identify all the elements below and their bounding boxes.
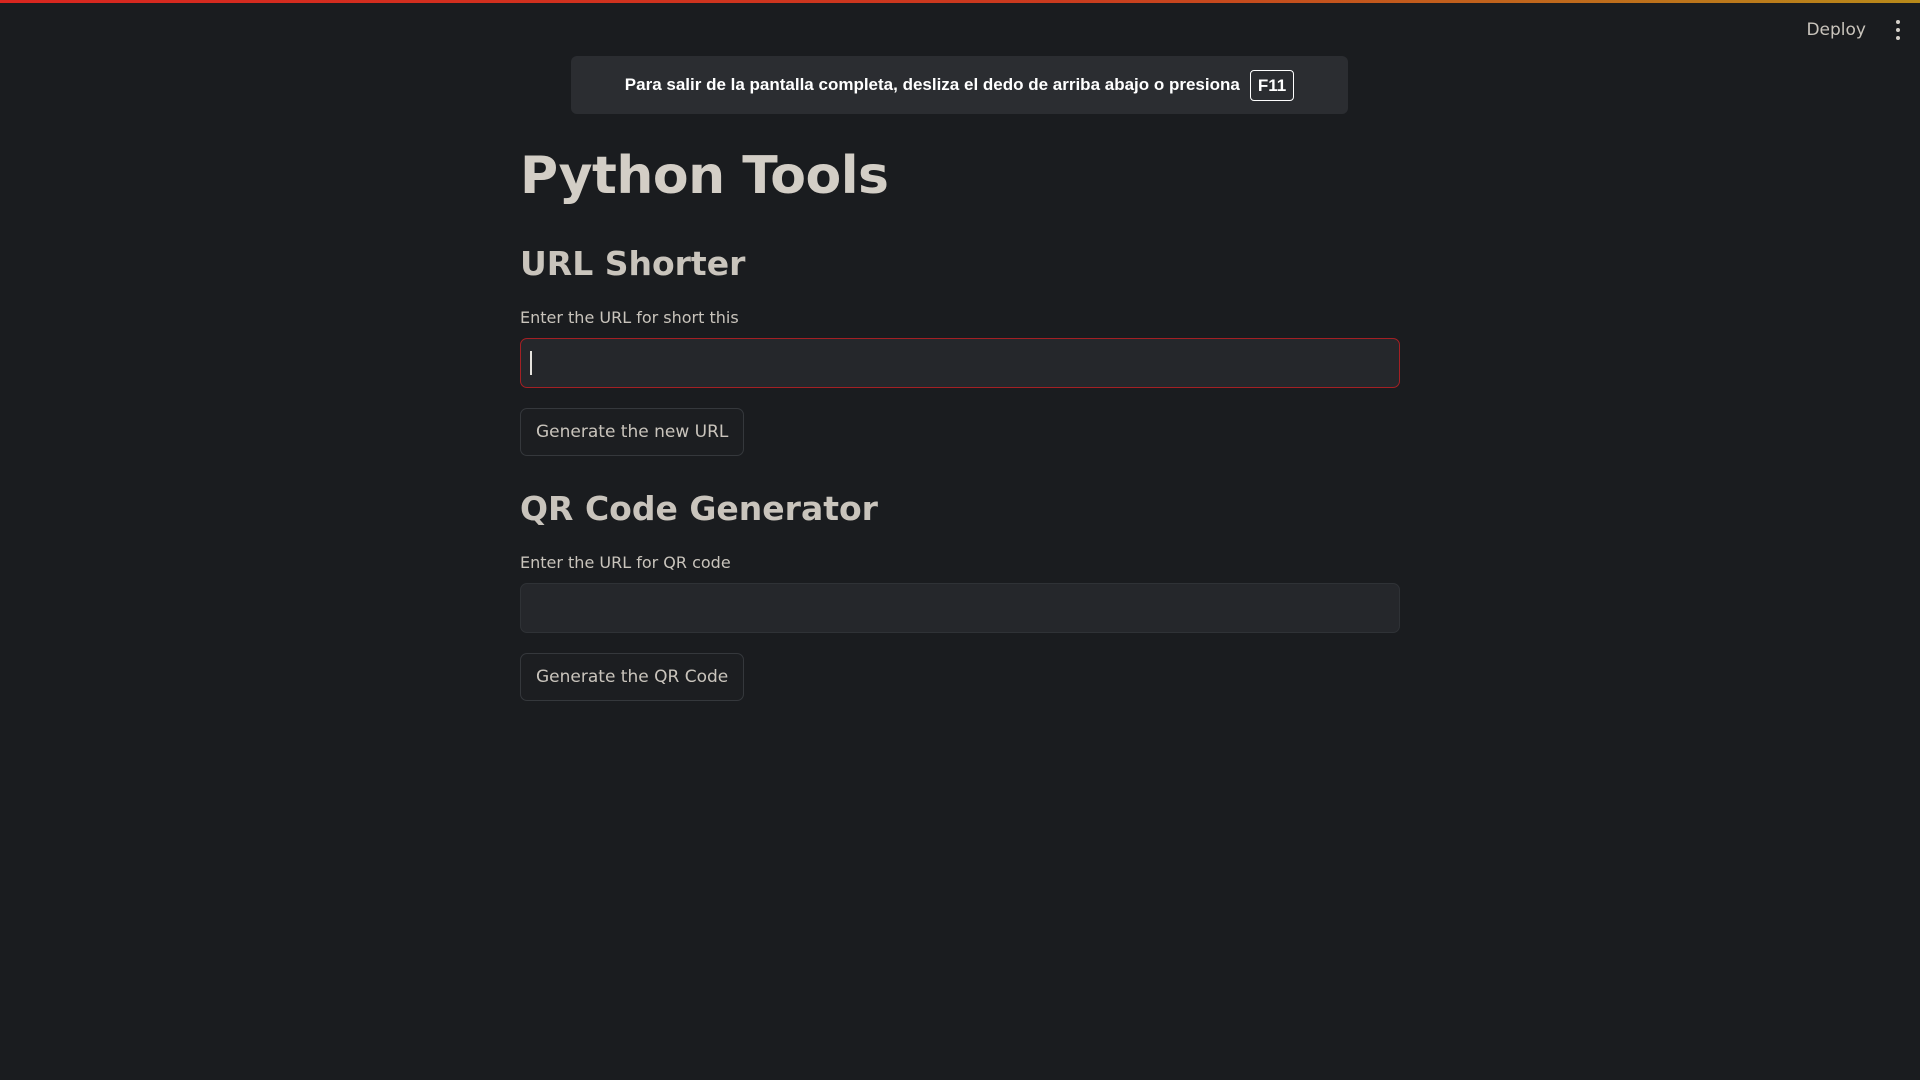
qr-generator-title: QR Code Generator [520, 489, 878, 528]
url-shorter-input-label: Enter the URL for short this [520, 308, 739, 327]
generate-qr-code-button[interactable]: Generate the QR Code [520, 653, 745, 701]
generate-new-url-button[interactable]: Generate the new URL [520, 408, 745, 456]
url-shorter-input-wrapper [520, 338, 1400, 388]
header-actions: Deploy [1804, 16, 1906, 44]
top-decoration-stripe [0, 0, 1920, 3]
f11-key-badge: F11 [1249, 69, 1295, 101]
text-caret [530, 351, 532, 375]
vertical-ellipsis-icon[interactable] [1890, 17, 1906, 43]
fullscreen-exit-banner: Para salir de la pantalla completa, desl… [571, 56, 1348, 114]
banner-message: Para salir de la pantalla completa, desl… [624, 75, 1240, 94]
qr-generator-input-label: Enter the URL for QR code [520, 553, 731, 572]
qr-generator-input[interactable] [520, 583, 1400, 633]
deploy-button[interactable]: Deploy [1804, 16, 1868, 44]
page-title: Python Tools [520, 146, 889, 206]
url-shorter-input[interactable] [520, 338, 1400, 388]
url-shorter-title: URL Shorter [520, 244, 746, 283]
